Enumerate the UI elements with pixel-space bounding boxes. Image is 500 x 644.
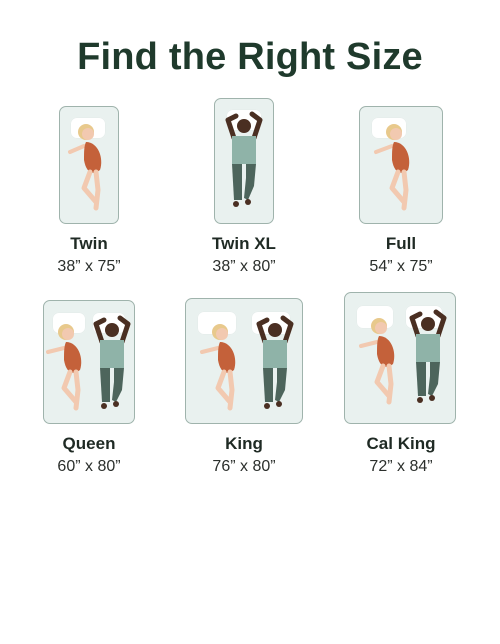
sleeping-man-icon xyxy=(409,309,447,403)
size-dimensions: 72” x 84” xyxy=(369,458,433,475)
size-name: King xyxy=(225,434,263,453)
size-name: Cal King xyxy=(366,434,436,453)
sleeping-woman-icon xyxy=(200,324,236,411)
size-name: Twin XL xyxy=(212,234,276,253)
size-name: Full xyxy=(385,234,417,253)
size-dimensions: 76” x 80” xyxy=(212,458,276,475)
size-card-cal-king: Cal King 72” x 84” xyxy=(318,434,484,644)
sleeping-man-icon xyxy=(225,111,263,207)
sleeping-woman-icon xyxy=(359,318,395,405)
size-dimensions: 60” x 80” xyxy=(57,458,121,475)
size-dimensions: 54” x 75” xyxy=(369,258,433,275)
size-name: Twin xyxy=(70,234,108,253)
size-name: Queen xyxy=(62,434,116,453)
page-title: Find the Right Size xyxy=(77,36,423,78)
size-dimensions: 38” x 75” xyxy=(57,258,121,275)
sleeping-man-icon xyxy=(93,315,131,409)
sleeping-woman-icon xyxy=(374,124,410,211)
sleeping-woman-icon xyxy=(46,324,82,411)
size-dimensions: 38” x 80” xyxy=(212,258,276,275)
size-card-queen: Queen 60” x 80” xyxy=(6,434,172,644)
sleeping-man-icon xyxy=(256,315,294,409)
sleeping-woman-icon xyxy=(68,124,102,211)
size-card-king: King 76” x 80” xyxy=(161,434,327,644)
